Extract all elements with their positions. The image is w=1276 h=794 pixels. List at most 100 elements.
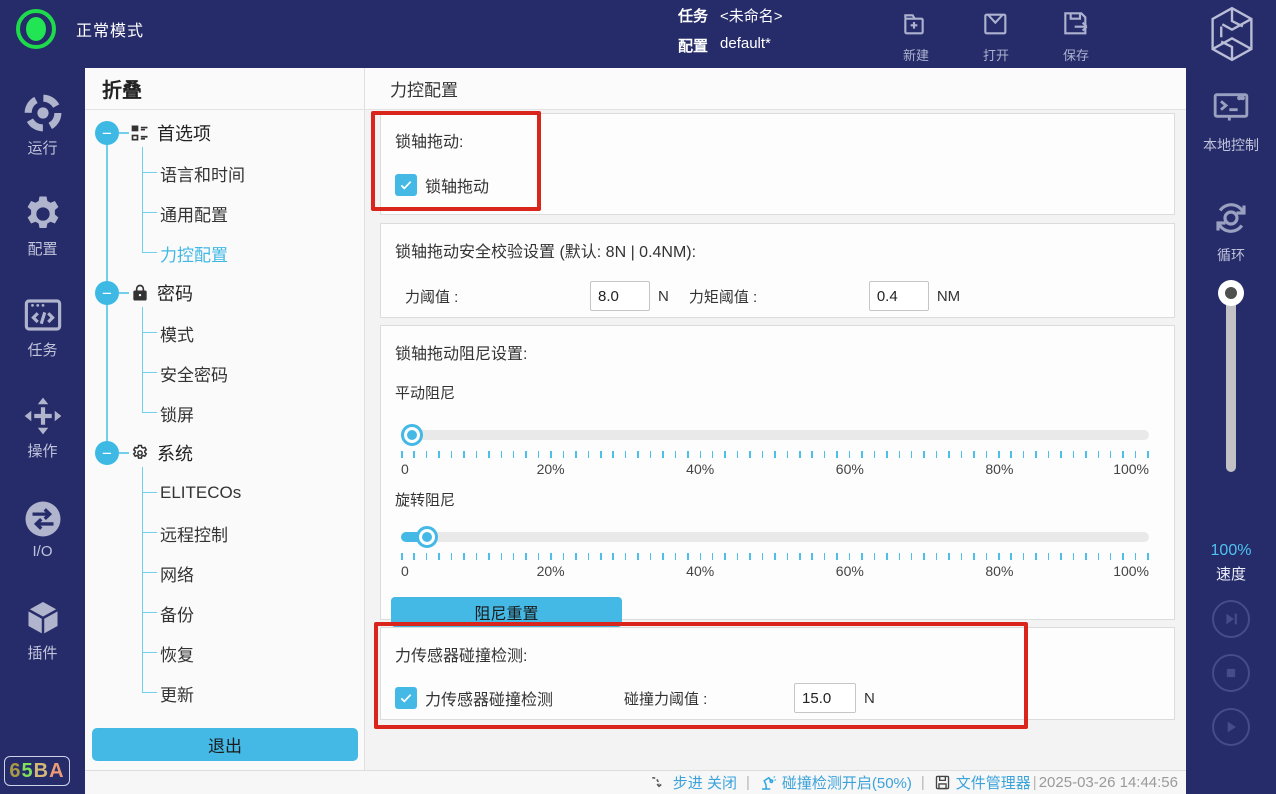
brand-logo-icon [1206,6,1258,67]
app-window: 正常模式 任务 <未命名> 配置 default* 新建 [0,0,1276,794]
collapse-minus-icon[interactable]: − [95,281,119,305]
tree-item-language-time[interactable]: 语言和时间 [142,153,364,193]
collision-threshold-input[interactable] [794,683,856,713]
loop-icon [1211,198,1251,243]
stop-button[interactable] [1212,654,1250,692]
collision-detect-section: 力传感器碰撞检测: 力传感器碰撞检测 碰撞力阈值 : N [380,627,1175,720]
translation-damping-slider: 020%40%60%80%100% [401,424,1149,479]
settings-tree: − 首选项 语言和时间 通用配置 力控配置 − [85,113,364,713]
loop-button[interactable]: 循环 [1186,198,1276,265]
damping-section: 锁轴拖动阻尼设置: 平动阻尼 020%40%60%80%100% 旋转阻尼 [380,325,1175,620]
list-icon [130,123,150,143]
new-task-button[interactable]: 新建 [880,6,952,64]
lock-axis-label: 锁轴拖动: [395,128,1160,152]
safety-check-label: 锁轴拖动安全校验设置 (默认: 8N | 0.4NM): [395,238,1160,262]
speed-slider[interactable] [1219,280,1243,472]
open-button[interactable]: 打开 [960,6,1032,64]
sidebar-item-task[interactable]: 任务 [0,276,85,377]
local-control-button[interactable]: 本地控制 [1186,88,1276,155]
sidebar-item-jog[interactable]: 操作 [0,377,85,478]
speed-slider-track[interactable] [1226,292,1236,472]
slider-handle[interactable] [416,526,438,548]
step-arrow-icon [650,774,668,792]
speed-label: 速度 [1186,563,1276,584]
tree-item-safety-password[interactable]: 安全密码 [142,353,364,393]
lock-axis-section: 锁轴拖动: 锁轴拖动 [380,113,1175,215]
step-forward-button[interactable] [1212,600,1250,638]
speed-slider-handle[interactable] [1218,280,1244,306]
file-manager-link[interactable]: 文件管理器 [934,772,1031,793]
datetime-display: 2025-03-26 14:44:56 [1039,774,1178,791]
sidebar-item-run[interactable]: 运行 [0,74,85,175]
config-label: 配置 [678,35,708,51]
collision-unit: N [864,690,875,707]
torque-threshold-input[interactable] [869,281,929,311]
collision-detect-label: 力传感器碰撞检测: [395,642,1160,666]
tree-item-remote-control[interactable]: 远程控制 [142,513,364,553]
tree-node-password[interactable]: − 密码 [85,273,364,313]
step-mode-status[interactable]: 步进 关闭 [650,772,737,793]
collision-status[interactable]: 碰撞检测开启(50%) [759,772,912,793]
stop-icon [1221,663,1241,683]
page-title: 力控配置 [365,68,1186,110]
collapse-minus-icon[interactable]: − [95,121,119,145]
translation-damping-label: 平动阻尼 [395,382,1160,403]
torque-threshold-label: 力矩阈值 : [689,286,869,307]
run-icon [22,92,64,134]
slider-track[interactable] [401,532,1149,542]
mode-indicator: 正常模式 [16,9,144,49]
settings-tree-panel: 折叠 − 首选项 语言和时间 通用配置 力控配置 [85,68,365,770]
damping-reset-button[interactable]: 阻尼重置 [391,597,622,627]
lock-icon [130,283,150,303]
robot-arm-icon [759,774,777,792]
tree-item-elitecos[interactable]: ELITECOs [142,473,364,513]
skip-icon [1221,609,1241,629]
tree-item-lock-screen[interactable]: 锁屏 [142,393,364,433]
tree-item-restore[interactable]: 恢复 [142,633,364,673]
gear-icon [22,193,64,235]
topbar-actions: 新建 打开 保存 [880,6,1120,64]
collision-checkbox-label: 力传感器碰撞检测 [425,686,553,710]
save-icon [1060,8,1092,43]
collision-threshold-label: 碰撞力阈值 : [624,688,794,709]
right-sidebar: 本地控制 循环 100% 速度 [1186,68,1276,794]
force-unit: N [658,288,669,305]
collapse-minus-icon[interactable]: − [95,441,119,465]
tree-item-force-config[interactable]: 力控配置 [142,233,364,273]
safety-check-section: 锁轴拖动安全校验设置 (默认: 8N | 0.4NM): 力阈值 : N 力矩阈… [380,223,1175,318]
tree-item-network[interactable]: 网络 [142,553,364,593]
status-badge: 65BA [4,756,70,786]
tree-node-system[interactable]: − 系统 [85,433,364,473]
collision-detect-checkbox[interactable] [395,687,417,709]
sidebar-item-config[interactable]: 配置 [0,175,85,276]
left-sidebar: 运行 配置 任务 操作 I/O [0,68,85,794]
speed-value: 100% [1186,542,1276,560]
exit-button[interactable]: 退出 [92,728,358,761]
tree-item-general-config[interactable]: 通用配置 [142,193,364,233]
config-value: default* [720,35,771,51]
playback-controls [1186,600,1276,762]
sidebar-item-plugin[interactable]: 插件 [0,579,85,680]
damping-label: 锁轴拖动阻尼设置: [395,340,1160,364]
slider-handle[interactable] [401,424,423,446]
tree-item-backup[interactable]: 备份 [142,593,364,633]
file-manager-icon [934,774,951,791]
lock-axis-checkbox[interactable] [395,174,417,196]
sidebar-item-io[interactable]: I/O [0,478,85,579]
slider-track[interactable] [401,430,1149,440]
tree-node-preferences[interactable]: − 首选项 [85,113,364,153]
status-green-icon [16,9,56,49]
save-button[interactable]: 保存 [1040,6,1112,64]
force-control-panel: 力控配置 锁轴拖动: 锁轴拖动 锁轴拖动安全校验设置 (默认: 8N | 0.4… [365,68,1186,770]
new-icon [900,8,932,43]
collapse-header[interactable]: 折叠 [85,68,364,110]
force-threshold-input[interactable] [590,281,650,311]
tree-item-update[interactable]: 更新 [142,673,364,713]
tree-item-mode[interactable]: 模式 [142,313,364,353]
open-icon [980,8,1012,43]
gear-outline-icon [130,443,150,463]
code-window-icon [22,294,64,336]
io-icon [22,498,64,540]
task-value: <未命名> [720,5,783,21]
play-button[interactable] [1212,708,1250,746]
